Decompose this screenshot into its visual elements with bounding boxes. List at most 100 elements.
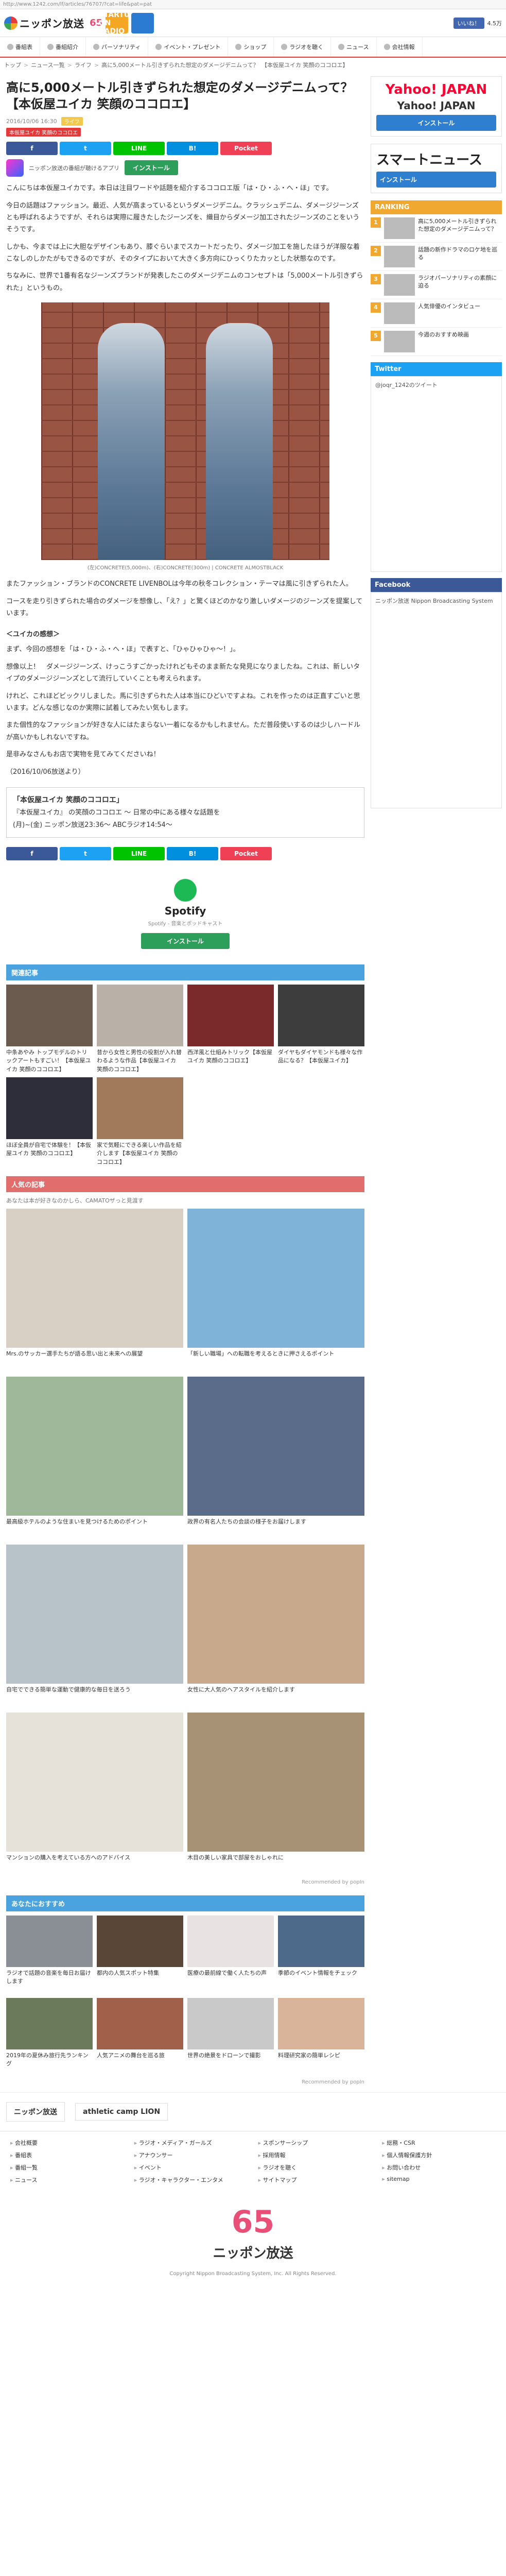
nav-item[interactable]: 会社情報 bbox=[377, 37, 423, 57]
spotify-install-button[interactable]: インストール bbox=[141, 933, 230, 949]
nav-label: ラジオを聴く bbox=[289, 44, 324, 50]
share-pocket-button[interactable]: Pocket bbox=[220, 846, 272, 860]
ranking-item[interactable]: 1 高に5,000メートル引きずられた想定のダメージデニムって？ bbox=[371, 214, 502, 243]
article-card[interactable]: 医療の最前線で働く人たちの声 bbox=[187, 1915, 274, 1994]
recommend-list: Mrs.のサッカー選手たちが語る思い出と未来への展望 「新しい職場」への転職を考え… bbox=[6, 1208, 364, 1876]
nav-item[interactable]: ショップ bbox=[228, 37, 274, 57]
article-card[interactable]: 自宅でできる簡単な運動で健康的な毎日を送ろう bbox=[6, 1544, 183, 1708]
article-card[interactable]: 世界の絶景をドローンで撮影 bbox=[187, 1997, 274, 2076]
popin-credit-2[interactable]: Recommended by popIn bbox=[6, 2079, 364, 2085]
card-thumbnail bbox=[6, 1208, 183, 1348]
article-card[interactable]: 2019年の夏休み旅行先ランキング bbox=[6, 1997, 93, 2076]
article-card[interactable]: 政界の有名人たちの会談の様子をお届けします bbox=[187, 1376, 364, 1540]
footer-link[interactable]: スポンサーシップ bbox=[258, 2139, 372, 2147]
sponsor-logo[interactable]: ニッポン放送 bbox=[6, 2102, 65, 2122]
footer-link[interactable]: 番組一覧 bbox=[10, 2163, 124, 2172]
nav-label: ニュース bbox=[346, 44, 369, 50]
smartnews-install-button[interactable]: インストール bbox=[376, 172, 496, 188]
share-twitter-button[interactable]: t bbox=[60, 846, 111, 860]
card-title: 木目の美しい家具で部屋をおしゃれに bbox=[187, 1854, 284, 1861]
share-line-button[interactable]: LINE bbox=[113, 141, 165, 155]
article-card[interactable]: ダイヤもダイヤモンドも様々な作品になる？【本仮屋ユイカ】 bbox=[278, 984, 364, 1073]
article-card[interactable]: 中条あやみ トップモデルのトリックアートもすごい！【本仮屋ユイカ 笑顔のココロエ… bbox=[6, 984, 93, 1073]
footer-link[interactable]: 会社概要 bbox=[10, 2139, 124, 2147]
share-hatena-button[interactable]: B! bbox=[167, 141, 218, 155]
footer-link[interactable]: サイトマップ bbox=[258, 2176, 372, 2184]
footer-link[interactable]: 番組表 bbox=[10, 2151, 124, 2159]
logo-mark-icon bbox=[4, 16, 18, 30]
sponsor-logo[interactable]: athletic camp LION bbox=[75, 2103, 168, 2121]
article-card[interactable]: 昔から女性と男性の役割が入れ替わるような作品【本仮屋ユイカ 笑顔のココロエ】 bbox=[97, 984, 183, 1073]
breadcrumb-item[interactable]: ニュース一覧 bbox=[31, 62, 64, 69]
nav-item[interactable]: パーソナリティ bbox=[86, 37, 149, 57]
footer-link[interactable]: ニュース bbox=[10, 2176, 124, 2184]
breadcrumb-item[interactable]: トップ bbox=[4, 62, 21, 69]
article-main: 高に5,000メートル引きずられた想定のダメージデニムって？ 【本仮屋ユイカ 笑… bbox=[0, 72, 371, 2092]
facebook-like-button[interactable]: いいね！ bbox=[453, 17, 484, 29]
card-title: ダイヤもダイヤモンドも様々な作品になる？【本仮屋ユイカ】 bbox=[278, 1048, 363, 1064]
share-twitter-button[interactable]: t bbox=[60, 141, 111, 155]
footer-link[interactable]: 採用情報 bbox=[258, 2151, 372, 2159]
facebook-widget[interactable]: ニッポン放送 Nippon Broadcasting System bbox=[371, 592, 502, 808]
nav-item[interactable]: イベント・プレゼント bbox=[148, 37, 229, 57]
article-card[interactable]: 女性に大人気のヘアスタイルを紹介します bbox=[187, 1544, 364, 1708]
footer-link[interactable]: 個人情報保護方針 bbox=[382, 2151, 496, 2159]
app-install-button[interactable]: インストール bbox=[125, 160, 178, 176]
card-thumbnail bbox=[6, 1915, 93, 1967]
breadcrumb-item[interactable]: ライフ bbox=[75, 62, 92, 69]
article-card[interactable]: 「新しい職場」への転職を考えるときに押さえるポイント bbox=[187, 1208, 364, 1372]
smartnews-ad[interactable]: スマートニュース インストール bbox=[371, 144, 502, 193]
article-card[interactable]: 最高級ホテルのような住まいを見つけるためのポイント bbox=[6, 1376, 183, 1540]
nav-item[interactable]: 番組表 bbox=[0, 37, 40, 57]
article-card[interactable]: 木目の美しい家具で部屋をおしゃれに bbox=[187, 1712, 364, 1876]
ranking-item[interactable]: 4 人気俳優のインタビュー bbox=[371, 299, 502, 328]
article-card[interactable]: 西洋風と仕組みトリック【本仮屋ユイカ 笑顔のココロエ】 bbox=[187, 984, 274, 1073]
site-logo[interactable]: ニッポン放送 bbox=[4, 15, 84, 30]
footer-link[interactable]: イベント bbox=[134, 2163, 248, 2172]
nav-item[interactable]: 番組紹介 bbox=[40, 37, 86, 57]
card-thumbnail bbox=[97, 984, 183, 1046]
yahoo-ad[interactable]: Yahoo! JAPAN Yahoo! JAPAN インストール bbox=[371, 76, 502, 137]
twitter-widget[interactable]: @joqr_1242のツイート bbox=[371, 376, 502, 572]
ranking-thumbnail bbox=[384, 274, 415, 296]
anniversary-banner[interactable]: 65 STARTUP ON RADIO bbox=[90, 11, 154, 36]
article-card[interactable]: 季節のイベント情報をチェック bbox=[278, 1915, 364, 1994]
footer-link[interactable]: アナウンサー bbox=[134, 2151, 248, 2159]
yahoo-install-button[interactable]: インストール bbox=[376, 115, 496, 131]
card-thumbnail bbox=[6, 1712, 183, 1852]
nav-item[interactable]: ニュース bbox=[331, 37, 377, 57]
article-card[interactable]: マンションの購入を考えている方へのアドバイス bbox=[6, 1712, 183, 1876]
article-card[interactable]: 人気アニメの舞台を巡る旅 bbox=[97, 1997, 183, 2076]
share-pocket-button[interactable]: Pocket bbox=[220, 141, 272, 155]
footer-link[interactable]: ラジオ・メディア・ガールズ bbox=[134, 2139, 248, 2147]
program-tag[interactable]: 本仮屋ユイカ 笑顔のココロエ bbox=[6, 127, 81, 137]
article-lead: こんにちは本仮屋ユイカです。本日は注目ワードや話題を紹介するココロエ版「は・ひ・… bbox=[6, 184, 333, 192]
article-card[interactable]: Mrs.のサッカー選手たちが語る思い出と未来への展望 bbox=[6, 1208, 183, 1372]
article-paragraph: けれど、これほどビックリしました。馬に引きずられた人は本当にひどいですよね。これ… bbox=[6, 692, 360, 712]
share-line-button[interactable]: LINE bbox=[113, 846, 165, 860]
ranking-heading: RANKING bbox=[371, 200, 502, 214]
category-tag[interactable]: ライフ bbox=[61, 116, 83, 126]
footer-link[interactable]: お問い合わせ bbox=[382, 2163, 496, 2172]
article-card[interactable]: ラジオで話題の音楽を毎日お届けします bbox=[6, 1915, 93, 1994]
share-facebook-button[interactable]: f bbox=[6, 141, 58, 155]
ranking-item[interactable]: 3 ラジオパーソナリティの素顔に迫る bbox=[371, 271, 502, 299]
card-thumbnail bbox=[6, 1376, 183, 1516]
popin-credit[interactable]: Recommended by popIn bbox=[6, 1879, 364, 1885]
article-card[interactable]: ほぼ全員が自宅で体験を！【本仮屋ユイカ 笑顔のココロエ】 bbox=[6, 1077, 93, 1166]
footer-link[interactable]: sitemap bbox=[382, 2176, 496, 2184]
global-nav: 番組表 番組紹介 パーソナリティ イベント・プレゼント ショップ ラジオを聴く ニュース 会社… bbox=[0, 37, 506, 58]
nav-item[interactable]: ラジオを聴く bbox=[274, 37, 331, 57]
share-facebook-button[interactable]: f bbox=[6, 846, 58, 860]
share-hatena-button[interactable]: B! bbox=[167, 846, 218, 860]
footer-link[interactable]: ラジオを聴く bbox=[258, 2163, 372, 2172]
footer-link[interactable]: 総務・CSR bbox=[382, 2139, 496, 2147]
footer-brand[interactable]: ニッポン放送 bbox=[0, 2243, 506, 2262]
article-card[interactable]: 家で気軽にできる楽しい作品を紹介します【本仮屋ユイカ 笑顔のココロエ】 bbox=[97, 1077, 183, 1166]
ranking-item[interactable]: 5 今週のおすすめ映画 bbox=[371, 328, 502, 356]
article-card[interactable]: 料理研究家の簡単レシピ bbox=[278, 1997, 364, 2076]
ranking-item[interactable]: 2 話題の新作ドラマのロケ地を巡る bbox=[371, 243, 502, 271]
footer-link[interactable]: ラジオ・キャラクター・エンタメ bbox=[134, 2176, 248, 2184]
article-card[interactable]: 都内の人気スポット特集 bbox=[97, 1915, 183, 1994]
spotify-ad: Spotify Spotify - 音楽とポッドキャスト インストール bbox=[6, 863, 364, 954]
